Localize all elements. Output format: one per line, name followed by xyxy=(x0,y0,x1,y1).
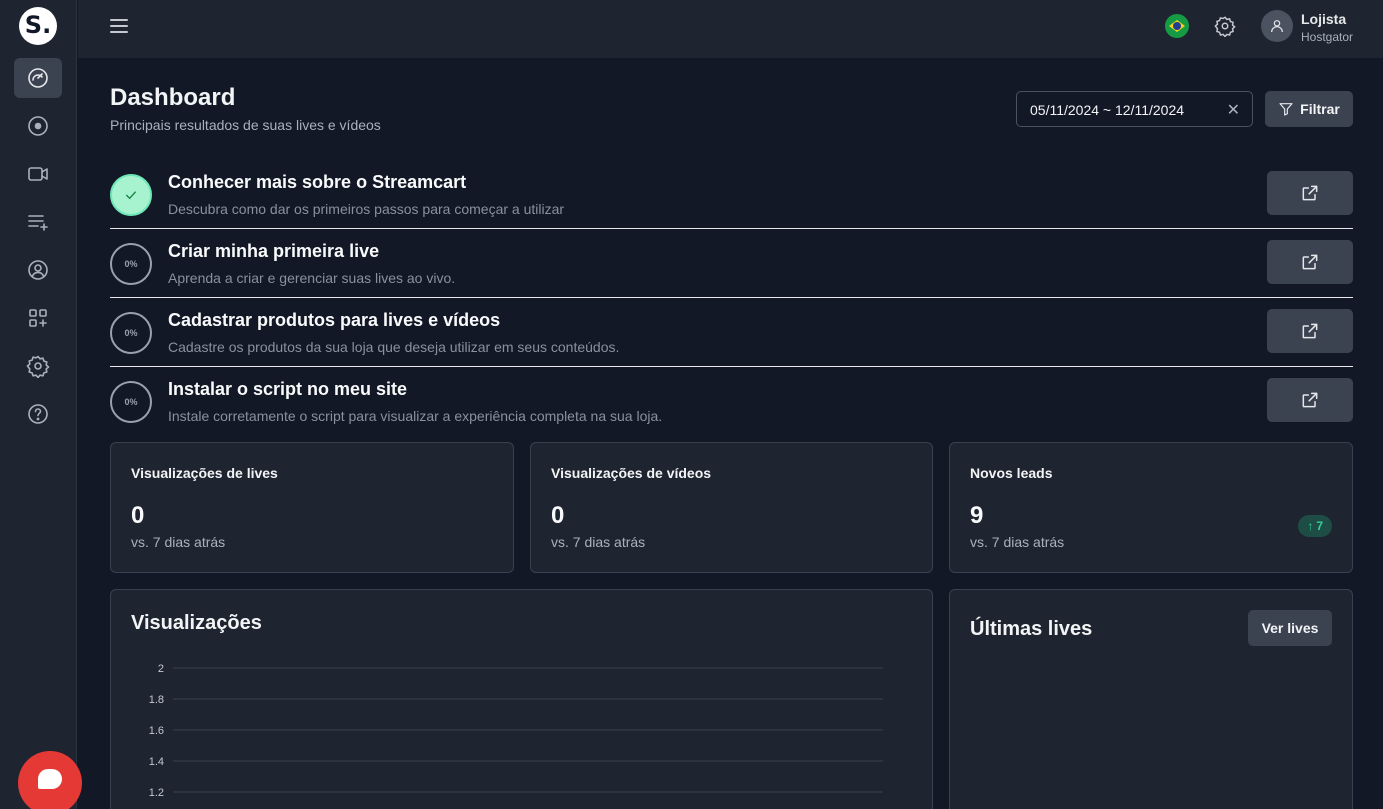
filter-button[interactable]: Filtrar xyxy=(1265,91,1353,127)
date-range-value: 05/11/2024 ~ 12/11/2024 xyxy=(1030,102,1185,118)
top-bar: Lojista Hostgator xyxy=(78,0,1383,58)
filter-icon xyxy=(1279,103,1293,116)
user-circle-icon xyxy=(28,260,48,280)
view-lives-label: Ver lives xyxy=(1261,620,1319,636)
chat-bubble-icon xyxy=(38,769,62,789)
trend-value: 7 xyxy=(1316,519,1323,533)
external-link-icon xyxy=(1302,185,1318,201)
chart-y-tick-label: 1.2 xyxy=(149,787,164,799)
gear-icon xyxy=(26,355,50,378)
step-description: Descubra como dar os primeiros passos pa… xyxy=(168,201,565,217)
onboarding-step: 0% Cadastrar produtos para lives e vídeo… xyxy=(110,298,1353,367)
stat-comparison: vs. 7 dias atrás xyxy=(131,534,226,550)
menu-toggle-icon[interactable] xyxy=(108,16,130,38)
user-icon xyxy=(1271,20,1283,33)
filter-label: Filtrar xyxy=(1300,101,1340,117)
live-record-icon xyxy=(28,116,48,136)
chart-y-tick-label: 2 xyxy=(158,663,164,675)
external-link-icon xyxy=(1302,254,1318,270)
panel-title: Últimas lives xyxy=(970,618,1093,640)
latest-lives-panel: Últimas lives Ver lives xyxy=(949,589,1353,809)
trend-badge: ↑ 7 xyxy=(1298,515,1332,537)
stat-value: 0 xyxy=(551,502,565,529)
stat-card-new-leads: Novos leads 9 vs. 7 dias atrás ↑ 7 xyxy=(949,442,1353,573)
stat-card-video-views: Visualizações de vídeos 0 vs. 7 dias atr… xyxy=(530,442,933,573)
external-link-icon xyxy=(1302,323,1318,339)
sidebar-item-help[interactable] xyxy=(14,394,62,434)
clear-date-icon[interactable]: ✕ xyxy=(1227,100,1240,119)
arrow-up-icon: ↑ xyxy=(1307,519,1314,533)
step-title: Criar minha primeira live xyxy=(168,241,380,261)
avatar[interactable] xyxy=(1261,10,1293,42)
page-subtitle: Principais resultados de suas lives e ví… xyxy=(110,117,381,133)
settings-gear-icon[interactable] xyxy=(1214,15,1236,38)
apps-add-icon xyxy=(29,309,47,327)
stat-comparison: vs. 7 dias atrás xyxy=(970,534,1065,550)
step-open-button[interactable] xyxy=(1267,171,1353,215)
stat-label: Novos leads xyxy=(970,465,1053,481)
step-title: Instalar o script no meu site xyxy=(168,379,408,399)
app-logo[interactable]: S. xyxy=(19,7,57,45)
date-range-input[interactable]: 05/11/2024 ~ 12/11/2024 ✕ xyxy=(1016,91,1253,127)
step-title: Cadastrar produtos para lives e vídeos xyxy=(168,310,501,330)
brazil-flag-icon[interactable] xyxy=(1165,14,1189,38)
sidebar: S. xyxy=(0,0,82,809)
stat-label: Visualizações de vídeos xyxy=(551,465,712,481)
step-title: Conhecer mais sobre o Streamcart xyxy=(168,172,467,192)
chart-y-tick-label: 1.4 xyxy=(149,756,164,768)
views-chart-panel: Visualizações 2 1.8 1.6 1.4 1.2 xyxy=(110,589,933,809)
stat-comparison: vs. 7 dias atrás xyxy=(551,534,646,550)
step-open-button[interactable] xyxy=(1267,378,1353,422)
chart-y-tick-label: 1.8 xyxy=(149,694,164,706)
playlist-add-icon xyxy=(28,215,48,231)
step-progress: 0% xyxy=(110,312,152,354)
onboarding-step: 0% Criar minha primeira live Aprenda a c… xyxy=(110,229,1353,298)
page-title: Dashboard xyxy=(110,84,236,111)
sidebar-item-lives[interactable] xyxy=(14,106,62,146)
sidebar-item-leads[interactable] xyxy=(14,250,62,290)
chat-support-button[interactable] xyxy=(18,751,82,809)
sidebar-item-playlists[interactable] xyxy=(14,202,62,242)
gauge-icon xyxy=(28,68,48,88)
step-description: Instale corretamente o script para visua… xyxy=(168,408,663,424)
step-open-button[interactable] xyxy=(1267,309,1353,353)
video-camera-icon xyxy=(28,167,48,181)
step-description: Cadastre os produtos da sua loja que des… xyxy=(168,339,620,355)
chart-y-tick-label: 1.6 xyxy=(149,725,164,737)
stat-value: 9 xyxy=(970,502,984,529)
views-chart: 2 1.8 1.6 1.4 1.2 xyxy=(149,663,883,799)
logo-text: S. xyxy=(24,11,52,39)
help-circle-icon xyxy=(28,404,48,424)
stat-label: Visualizações de lives xyxy=(131,465,278,481)
sidebar-item-dashboard[interactable] xyxy=(14,58,62,98)
view-lives-button[interactable]: Ver lives xyxy=(1248,610,1332,646)
sidebar-item-settings[interactable] xyxy=(14,346,62,386)
step-complete-icon xyxy=(110,174,152,216)
step-open-button[interactable] xyxy=(1267,240,1353,284)
panel-title: Visualizações xyxy=(131,612,262,634)
step-progress: 0% xyxy=(110,243,152,285)
step-progress: 0% xyxy=(110,381,152,423)
sidebar-item-integrations[interactable] xyxy=(14,298,62,338)
user-store: Hostgator xyxy=(1301,30,1354,44)
onboarding-step: Conhecer mais sobre o Streamcart Descubr… xyxy=(110,160,1353,229)
onboarding-step: 0% Instalar o script no meu site Instale… xyxy=(110,367,1353,436)
external-link-icon xyxy=(1302,392,1318,408)
stat-card-live-views: Visualizações de lives 0 vs. 7 dias atrá… xyxy=(110,442,514,573)
sidebar-item-videos[interactable] xyxy=(14,154,62,194)
step-description: Aprenda a criar e gerenciar suas lives a… xyxy=(168,270,456,286)
stat-value: 0 xyxy=(131,502,145,529)
user-name[interactable]: Lojista xyxy=(1301,11,1346,27)
